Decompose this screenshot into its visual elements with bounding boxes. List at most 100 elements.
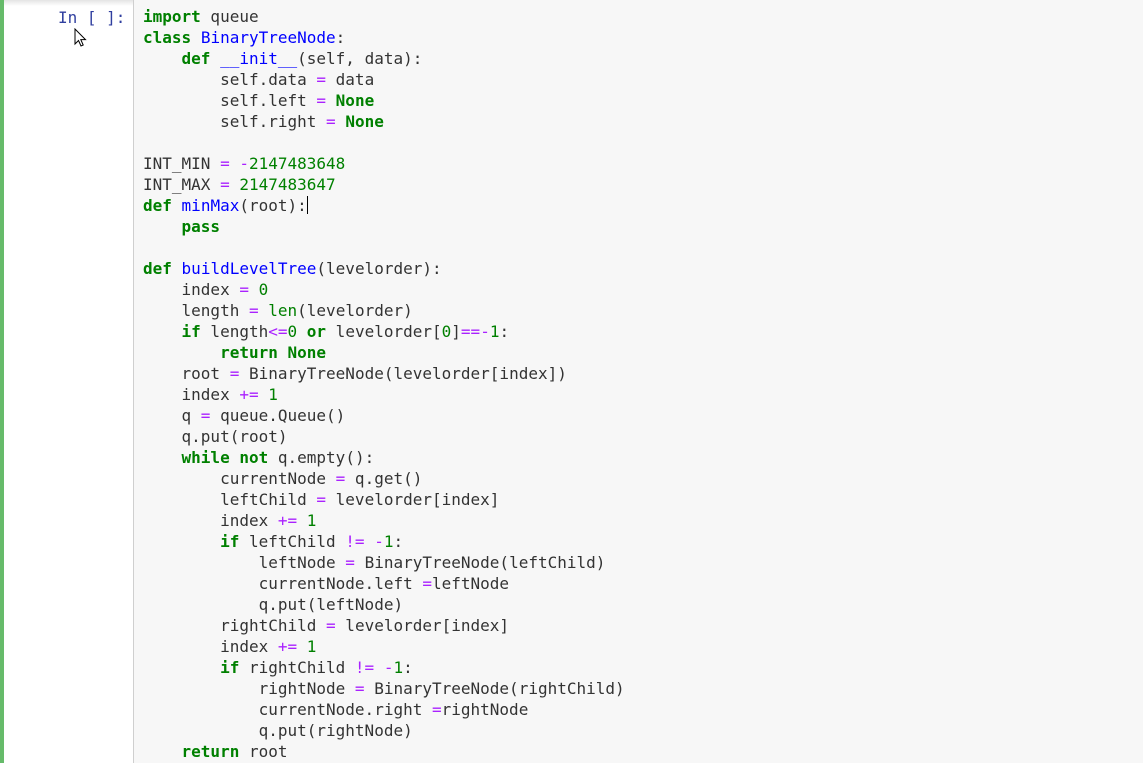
code-token: (levelorder) <box>297 301 413 320</box>
code-token: root <box>239 742 288 761</box>
code-token: : <box>403 658 413 677</box>
code-line: root = BinaryTreeNode(levelorder[index]) <box>143 363 625 384</box>
code-editor[interactable]: import queue class BinaryTreeNode: def __… <box>133 0 1143 763</box>
code-token: buildLevelTree <box>181 259 317 278</box>
code-token: if <box>181 322 201 341</box>
code-token: rightChild <box>143 616 327 635</box>
code-token: = <box>345 553 355 572</box>
code-token: if <box>220 532 240 551</box>
code-token: index <box>143 385 240 404</box>
code-token: = <box>316 70 327 89</box>
code-token: : <box>499 322 510 341</box>
code-token: leftNode <box>143 553 346 572</box>
code-token: q <box>143 406 201 425</box>
code-token: INT_MAX <box>143 175 221 194</box>
code-token: BinaryTreeNode(rightChild) <box>364 679 625 698</box>
code-token: = <box>422 574 432 593</box>
code-token: (root): <box>239 196 307 215</box>
code-line: q.put(rightNode) <box>143 720 625 741</box>
code-token: = <box>326 616 336 635</box>
code-token: 0 <box>441 322 452 341</box>
code-line: currentNode.left =leftNode <box>143 573 625 594</box>
code-line: currentNode = q.get() <box>143 468 625 489</box>
code-token: root <box>143 364 230 383</box>
code-token: None <box>335 91 375 110</box>
code-token: or <box>306 322 327 341</box>
code-token: 0 <box>258 280 269 299</box>
code-token: None <box>345 112 384 131</box>
code-token: leftChild <box>143 490 317 509</box>
code-token: if <box>220 658 240 677</box>
code-token: BinaryTreeNode <box>200 28 336 47</box>
code-token: != <box>345 532 365 551</box>
code-text[interactable]: import queue class BinaryTreeNode: def __… <box>143 6 625 762</box>
code-line: if leftChild != -1: <box>143 531 625 552</box>
code-token: 1 <box>306 511 317 530</box>
code-token: q.put(rightNode) <box>143 721 413 740</box>
code-line: self.right = None <box>143 111 625 132</box>
code-token: currentNode.left <box>143 574 423 593</box>
code-token: = <box>220 175 230 194</box>
code-token: not <box>239 448 269 467</box>
code-token: = <box>229 364 240 383</box>
code-token: data <box>326 70 375 89</box>
code-token: (levelorder): <box>316 259 442 278</box>
code-token: - <box>239 154 249 173</box>
code-token: index <box>143 280 240 299</box>
code-token: = <box>316 490 327 509</box>
code-token: != <box>354 658 375 677</box>
code-token: ==- <box>460 322 490 341</box>
code-line: def minMax(root): <box>143 195 625 216</box>
code-token: += <box>277 637 298 656</box>
code-token: : <box>393 532 404 551</box>
code-line: leftChild = levelorder[index] <box>143 489 625 510</box>
code-line: return root <box>143 741 625 762</box>
code-token: = <box>239 280 249 299</box>
code-cell[interactable]: In [ ]: import queue class BinaryTreeNode… <box>0 0 1143 763</box>
code-line: pass <box>143 216 625 237</box>
code-token: 1 <box>306 637 317 656</box>
code-token: = <box>326 112 336 131</box>
code-line: length = len(levelorder) <box>143 300 625 321</box>
code-token: queue <box>200 7 259 26</box>
code-token: levelorder[index] <box>335 616 510 635</box>
code-token: q.empty(): <box>268 448 375 467</box>
code-token: def <box>143 196 172 215</box>
code-line: INT_MAX = 2147483647 <box>143 174 625 195</box>
code-line: if length<=0 or levelorder[0]==-1: <box>143 321 625 342</box>
code-token: q.put(leftNode) <box>143 595 404 614</box>
code-line: q = queue.Queue() <box>143 405 625 426</box>
code-line: class BinaryTreeNode: <box>143 27 625 48</box>
code-token: q.get() <box>345 469 423 488</box>
code-token: import <box>143 7 201 26</box>
code-line: q.put(root) <box>143 426 625 447</box>
code-token: pass <box>181 217 221 236</box>
code-token: length <box>200 322 269 341</box>
code-token: <= <box>268 322 288 341</box>
code-line: rightNode = BinaryTreeNode(rightChild) <box>143 678 625 699</box>
code-token: levelorder[index] <box>326 490 500 509</box>
code-token: index <box>143 511 278 530</box>
code-token: = <box>200 406 211 425</box>
code-token: while <box>181 448 230 467</box>
code-token: None <box>287 343 327 362</box>
code-token: class <box>143 28 192 47</box>
code-token: self.data <box>143 70 317 89</box>
